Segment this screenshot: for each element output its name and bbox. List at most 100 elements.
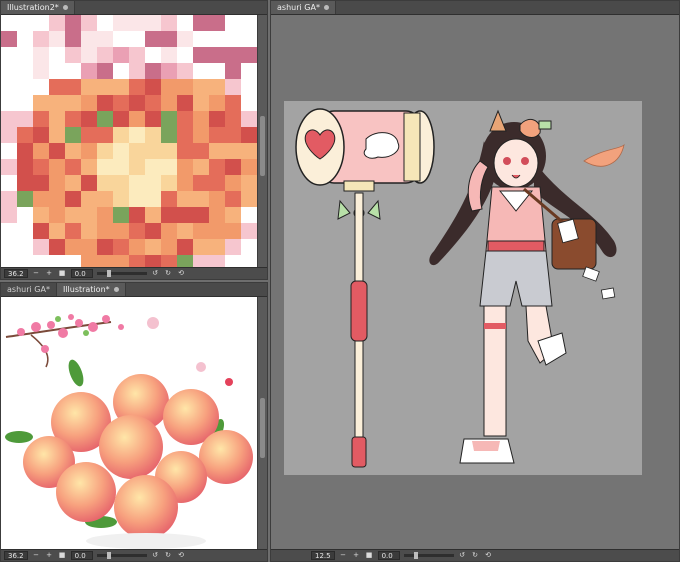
mosaic-pixel [97,255,113,267]
mosaic-pixel [161,143,177,159]
zoom-field[interactable]: 36.2 [4,551,28,560]
mosaic-pixel [17,239,33,255]
mosaic-pixel [129,159,145,175]
mosaic-pixel [177,111,193,127]
mosaic-pixel [17,223,33,239]
mosaic-pixel [161,31,177,47]
rotate-left-icon[interactable]: ↺ [151,551,160,560]
tab-illustration[interactable]: Illustration* [56,283,126,296]
mosaic-pixel [49,31,65,47]
zoom-in-icon[interactable]: + [45,269,54,278]
mosaic-pixel [161,223,177,239]
rotate-right-icon[interactable]: ↻ [164,269,173,278]
mosaic-pixel [177,31,193,47]
mosaic-pixel [1,239,17,255]
zoom-out-icon[interactable]: − [32,269,41,278]
mosaic-pixel [1,207,17,223]
close-icon[interactable] [323,5,329,10]
mosaic-pixel [161,239,177,255]
scroll-thumb[interactable] [260,397,265,458]
mosaic-pixel [97,207,113,223]
vertical-scrollbar[interactable] [257,15,267,267]
mosaic-pixel [145,31,161,47]
mosaic-pixel [241,15,257,31]
mosaic-pixel [17,143,33,159]
mosaic-pixel [145,47,161,63]
mosaic-pixel [81,79,97,95]
tab-illustration2[interactable]: Illustration2* [1,1,75,14]
mosaic-pixel [145,255,161,267]
mosaic-pixel [65,31,81,47]
tab-ashuri-main[interactable]: ashuri GA* [271,1,336,14]
zoom-out-icon[interactable]: − [339,551,348,560]
close-icon[interactable] [113,287,119,292]
rotate-left-icon[interactable]: ↺ [151,269,160,278]
mosaic-pixel [81,159,97,175]
angle-field[interactable]: 0.0 [377,551,400,560]
mosaic-pixel [177,255,193,267]
fit-icon[interactable]: ■ [365,551,374,560]
mosaic-pixel [225,127,241,143]
mosaic-pixel [177,15,193,31]
mosaic-pixel [225,111,241,127]
reset-rotation-icon[interactable]: ⟲ [177,551,186,560]
rotate-left-icon[interactable]: ↺ [458,551,467,560]
mosaic-pixel [113,95,129,111]
mosaic-pixel [193,191,209,207]
mosaic-pixel [49,191,65,207]
close-icon[interactable] [62,5,68,10]
mosaic-pixel [65,79,81,95]
mosaic-pixel [65,255,81,267]
mosaic-pixel [193,15,209,31]
mosaic-pixel [65,15,81,31]
zoom-out-icon[interactable]: − [32,551,41,560]
pixelated-image [1,15,257,267]
canvas-workspace[interactable] [271,15,679,549]
mosaic-pixel [177,159,193,175]
tab-bar: ashuri GA* Illustration* [1,283,267,297]
mosaic-pixel [17,207,33,223]
mosaic-pixel [97,95,113,111]
fit-icon[interactable]: ■ [58,269,67,278]
reset-rotation-icon[interactable]: ⟲ [484,551,493,560]
reset-rotation-icon[interactable]: ⟲ [177,269,186,278]
mosaic-pixel [161,207,177,223]
tab-ashuri[interactable]: ashuri GA* [1,283,57,296]
mosaic-pixel [97,63,113,79]
mosaic-pixel [33,31,49,47]
canvas-pixelated-preview[interactable] [1,15,257,267]
angle-field[interactable]: 0.0 [70,269,93,278]
mosaic-pixel [97,111,113,127]
mosaic-pixel [33,239,49,255]
angle-field[interactable]: 0.0 [70,551,93,560]
mosaic-pixel [177,63,193,79]
mosaic-pixel [209,207,225,223]
rotate-right-icon[interactable]: ↻ [471,551,480,560]
mosaic-pixel [209,31,225,47]
document-canvas[interactable] [284,101,642,475]
mosaic-pixel [193,95,209,111]
zoom-field[interactable]: 12.5 [311,551,335,560]
rotation-slider[interactable] [96,552,147,559]
mosaic-pixel [65,111,81,127]
zoom-in-icon[interactable]: + [45,551,54,560]
mosaic-pixel [1,15,17,31]
zoom-field[interactable]: 36.2 [4,269,28,278]
rotation-slider[interactable] [403,552,454,559]
canvas-peach-reference[interactable] [1,297,257,549]
fit-icon[interactable]: ■ [58,551,67,560]
scroll-thumb[interactable] [260,115,265,176]
mosaic-pixel [177,127,193,143]
mosaic-pixel [113,223,129,239]
zoom-in-icon[interactable]: + [352,551,361,560]
rotate-right-icon[interactable]: ↻ [164,551,173,560]
mosaic-pixel [177,79,193,95]
mosaic-pixel [81,175,97,191]
mosaic-pixel [65,159,81,175]
vertical-scrollbar[interactable] [257,297,267,549]
mosaic-pixel [177,191,193,207]
mosaic-pixel [113,63,129,79]
mosaic-pixel [241,31,257,47]
rotation-slider[interactable] [96,270,147,277]
mosaic-pixel [81,31,97,47]
